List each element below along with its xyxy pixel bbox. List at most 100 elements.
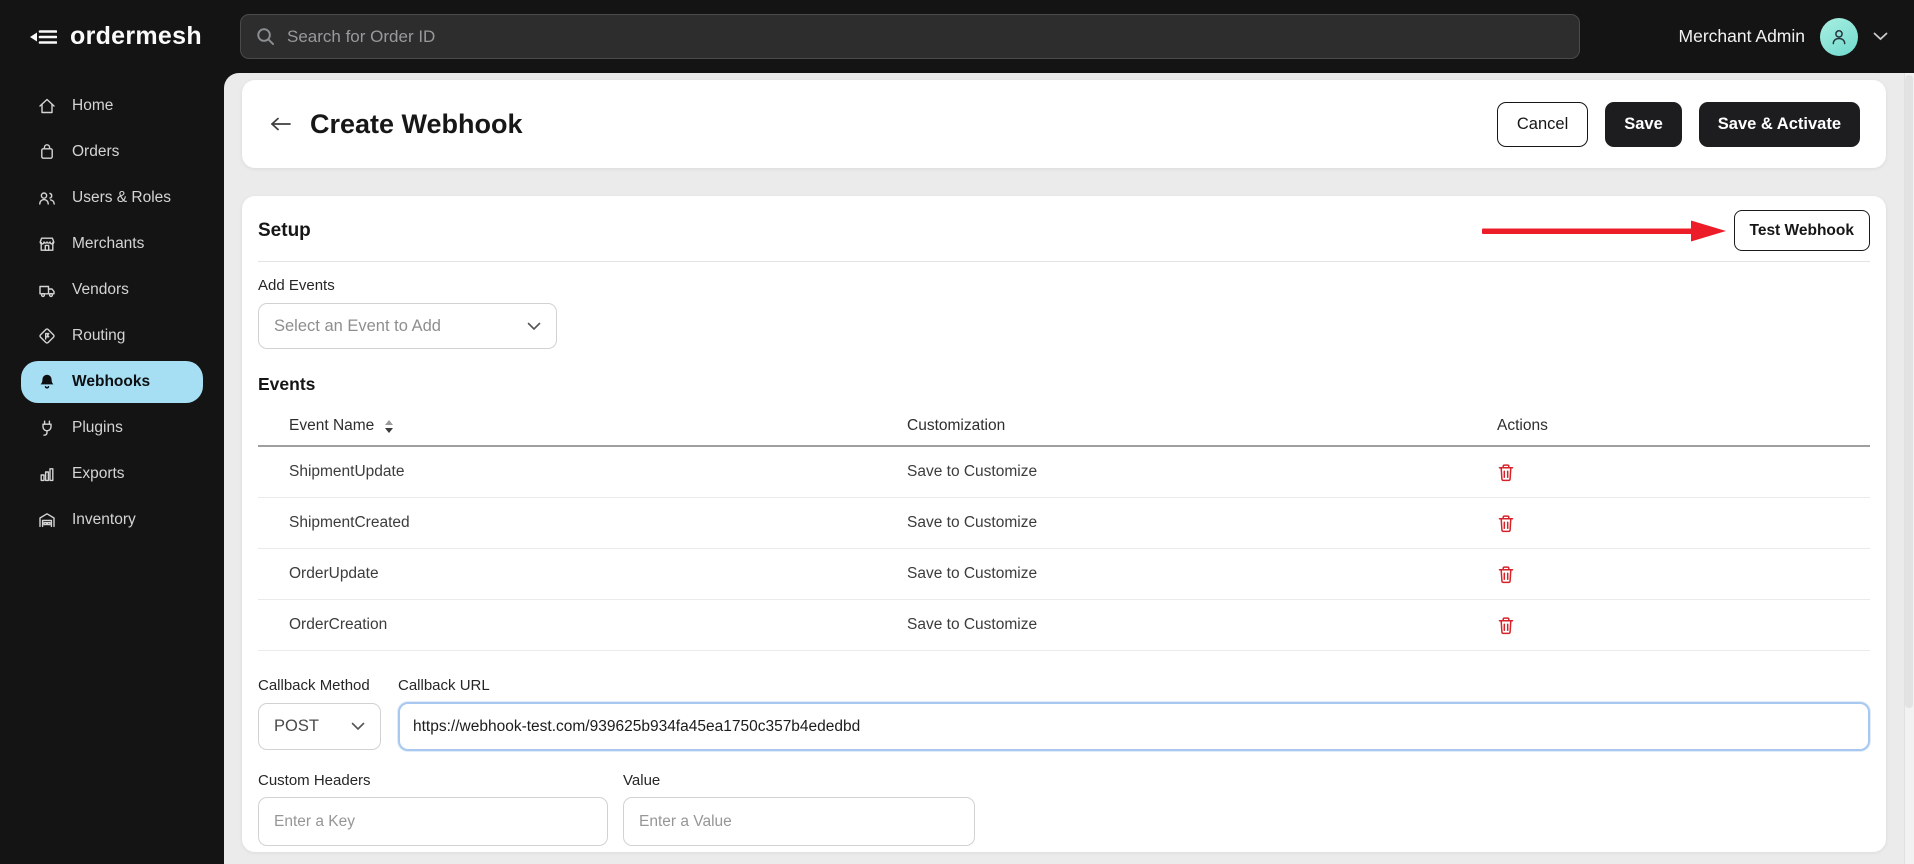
sort-icon[interactable] bbox=[384, 419, 394, 434]
event-select-value: Select an Event to Add bbox=[274, 317, 441, 336]
scrollbar[interactable] bbox=[1904, 73, 1914, 864]
search-bar[interactable] bbox=[240, 14, 1580, 59]
users-icon bbox=[37, 188, 57, 208]
annotation-arrow bbox=[1480, 218, 1726, 244]
sidebar-item-vendors[interactable]: Vendors bbox=[0, 267, 224, 313]
column-customization: Customization bbox=[907, 417, 1483, 435]
value-label: Value bbox=[623, 772, 975, 789]
sidebar-item-label: Vendors bbox=[72, 281, 129, 299]
setup-header: Setup Test Webhook bbox=[258, 196, 1870, 262]
events-heading: Events bbox=[258, 374, 1870, 395]
sidebar-item-label: Routing bbox=[72, 327, 125, 345]
logo-text: ordermesh bbox=[70, 22, 202, 51]
header-key-input[interactable] bbox=[258, 797, 608, 846]
back-button[interactable] bbox=[268, 116, 292, 132]
scrollbar-thumb[interactable] bbox=[1905, 75, 1913, 708]
sidebar-item-exports[interactable]: Exports bbox=[0, 451, 224, 497]
add-events-section: Add Events Select an Event to Add bbox=[258, 277, 1870, 349]
warehouse-icon bbox=[37, 510, 57, 530]
sidebar-item-label: Plugins bbox=[72, 419, 123, 437]
customization-cell: Save to Customize bbox=[907, 463, 1483, 481]
user-name: Merchant Admin bbox=[1679, 26, 1805, 47]
event-select[interactable]: Select an Event to Add bbox=[258, 303, 557, 349]
trash-icon bbox=[1497, 565, 1515, 584]
setup-heading: Setup bbox=[258, 220, 311, 242]
sidebar-item-orders[interactable]: Orders bbox=[0, 129, 224, 175]
header-value-input[interactable] bbox=[623, 797, 975, 846]
callback-section: Callback Method POST Callback URL bbox=[258, 677, 1870, 751]
sidebar-item-routing[interactable]: Routing bbox=[0, 313, 224, 359]
event-name-cell: ShipmentUpdate bbox=[258, 463, 907, 481]
event-name-cell: ShipmentCreated bbox=[258, 514, 907, 532]
chevron-down-icon bbox=[527, 322, 541, 331]
add-events-label: Add Events bbox=[258, 277, 1870, 294]
sidebar-item-label: Merchants bbox=[72, 235, 144, 253]
customization-cell: Save to Customize bbox=[907, 514, 1483, 532]
cancel-button[interactable]: Cancel bbox=[1497, 102, 1588, 147]
sidebar-item-webhooks[interactable]: Webhooks bbox=[21, 361, 203, 403]
bar-chart-icon bbox=[37, 464, 57, 484]
callback-url-input[interactable] bbox=[398, 702, 1870, 751]
routing-icon bbox=[37, 326, 57, 346]
event-name-cell: OrderUpdate bbox=[258, 565, 907, 583]
trash-icon bbox=[1497, 463, 1515, 482]
chevron-down-icon bbox=[351, 722, 365, 731]
test-webhook-button[interactable]: Test Webhook bbox=[1734, 210, 1871, 251]
delete-event-button[interactable] bbox=[1497, 514, 1515, 533]
sidebar-item-home[interactable]: Home bbox=[0, 83, 224, 129]
sidebar-item-plugins[interactable]: Plugins bbox=[0, 405, 224, 451]
sidebar-item-label: Webhooks bbox=[72, 373, 150, 391]
sidebar-item-label: Exports bbox=[72, 465, 125, 483]
page-header-card: Create Webhook Cancel Save Save & Activa… bbox=[242, 80, 1886, 168]
delete-event-button[interactable] bbox=[1497, 616, 1515, 635]
events-table: Event Name Customization Actions Shipmen… bbox=[258, 407, 1870, 651]
customization-cell: Save to Customize bbox=[907, 616, 1483, 634]
person-icon bbox=[1828, 26, 1850, 48]
table-row: ShipmentUpdate Save to Customize bbox=[258, 447, 1870, 498]
table-row: ShipmentCreated Save to Customize bbox=[258, 498, 1870, 549]
store-icon bbox=[37, 234, 57, 254]
callback-method-select[interactable]: POST bbox=[258, 703, 381, 750]
search-icon bbox=[256, 27, 275, 46]
callback-method-value: POST bbox=[274, 717, 319, 736]
customization-cell: Save to Customize bbox=[907, 565, 1483, 583]
menu-collapse-icon bbox=[30, 27, 57, 47]
sidebar-item-merchants[interactable]: Merchants bbox=[0, 221, 224, 267]
user-menu[interactable]: Merchant Admin bbox=[1679, 0, 1888, 73]
search-input[interactable] bbox=[287, 27, 1564, 47]
orders-icon bbox=[37, 142, 57, 162]
table-row: OrderUpdate Save to Customize bbox=[258, 549, 1870, 600]
table-row: OrderCreation Save to Customize bbox=[258, 600, 1870, 651]
trash-icon bbox=[1497, 514, 1515, 533]
sidebar-item-inventory[interactable]: Inventory bbox=[0, 497, 224, 543]
save-activate-button[interactable]: Save & Activate bbox=[1699, 102, 1860, 147]
save-button[interactable]: Save bbox=[1605, 102, 1682, 147]
header-actions: Cancel Save Save & Activate bbox=[1497, 102, 1860, 147]
bell-icon bbox=[37, 372, 57, 392]
plug-icon bbox=[37, 418, 57, 438]
sidebar-item-label: Inventory bbox=[72, 511, 136, 529]
sidebar-item-label: Orders bbox=[72, 143, 119, 161]
callback-url-label: Callback URL bbox=[398, 677, 1870, 694]
chevron-down-icon[interactable] bbox=[1873, 32, 1888, 41]
column-actions: Actions bbox=[1483, 417, 1870, 435]
topbar: ordermesh Merchant Admin bbox=[0, 0, 1914, 73]
sidebar-item-label: Home bbox=[72, 97, 113, 115]
sidebar-item-label: Users & Roles bbox=[72, 189, 171, 207]
main-content: Create Webhook Cancel Save Save & Activa… bbox=[224, 73, 1914, 864]
custom-headers-label: Custom Headers bbox=[258, 772, 608, 789]
table-header-row: Event Name Customization Actions bbox=[258, 407, 1870, 447]
sidebar-item-users-roles[interactable]: Users & Roles bbox=[0, 175, 224, 221]
home-icon bbox=[37, 96, 57, 116]
trash-icon bbox=[1497, 616, 1515, 635]
event-name-cell: OrderCreation bbox=[258, 616, 907, 634]
page-title: Create Webhook bbox=[310, 109, 523, 140]
back-arrow-icon bbox=[268, 116, 292, 132]
column-event-name: Event Name bbox=[289, 417, 374, 435]
delete-event-button[interactable] bbox=[1497, 463, 1515, 482]
avatar[interactable] bbox=[1820, 18, 1858, 56]
delete-event-button[interactable] bbox=[1497, 565, 1515, 584]
custom-headers-section: Custom Headers Value bbox=[258, 772, 1870, 846]
app-logo[interactable]: ordermesh bbox=[30, 0, 202, 73]
truck-icon bbox=[37, 280, 57, 300]
